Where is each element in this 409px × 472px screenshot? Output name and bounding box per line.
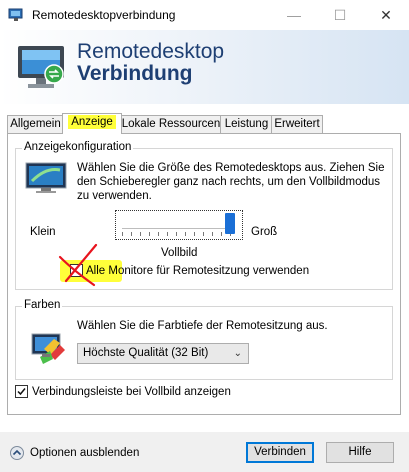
display-monitor-icon — [25, 162, 67, 193]
chevron-down-icon: ⌄ — [233, 348, 242, 359]
connection-bar-checkbox[interactable] — [15, 385, 28, 398]
all-monitors-label-part2: Monitore für Remotesitzung verwenden — [105, 265, 310, 277]
slider-tick — [185, 232, 186, 236]
color-depth-select[interactable]: Höchste Qualität (32 Bit) ⌄ — [77, 343, 249, 364]
colors-group: Farben Wählen Sie die Farbtiefe der Remo… — [15, 299, 393, 380]
display-config-legend: Anzeigekonfiguration — [22, 141, 134, 153]
header-title-line2: Verbindung — [77, 62, 193, 85]
tab-label: Allgemein — [10, 118, 61, 130]
display-size-slider[interactable] — [115, 210, 243, 240]
header-title-line1: Remotedesktop — [77, 40, 225, 63]
minimize-button[interactable]: — — [271, 0, 317, 30]
tab-leistung[interactable]: Leistung — [220, 115, 273, 133]
connection-bar-label[interactable]: Verbindungsleiste bei Vollbild anzeigen — [32, 385, 231, 399]
color-palette-icon — [31, 333, 65, 364]
title-bar: Remotedesktopverbindung — ☐ ✕ — [0, 0, 409, 30]
tab-allgemein[interactable]: Allgemein — [7, 115, 64, 133]
display-description: Wählen Sie die Größe des Remotedesktops … — [77, 162, 385, 202]
checkmark-icon — [17, 388, 26, 396]
collapse-options-icon[interactable] — [10, 446, 24, 460]
tab-label: Erweitert — [274, 118, 320, 130]
slider-track — [122, 228, 230, 229]
dialog-footer: Optionen ausblenden Verbinden Hilfe — [0, 432, 409, 472]
red-cross-mark — [58, 243, 98, 287]
slider-tick — [203, 232, 204, 236]
remote-desktop-app-icon — [8, 8, 23, 21]
help-button[interactable]: Hilfe — [326, 442, 394, 463]
slider-thumb[interactable] — [225, 213, 235, 234]
tab-anzeige[interactable]: Anzeige — [62, 113, 122, 134]
slider-tick — [212, 232, 213, 236]
display-tab-panel: Anzeigekonfiguration Wählen Sie die Größ… — [7, 133, 401, 415]
window-title: Remotedesktopverbindung — [32, 8, 176, 22]
slider-tick — [149, 232, 150, 236]
display-config-group: Anzeigekonfiguration Wählen Sie die Größ… — [15, 141, 393, 290]
slider-tick — [158, 232, 159, 236]
tab-lokale-ressourcen[interactable]: Lokale Ressourcen — [120, 115, 222, 133]
slider-tick — [221, 232, 222, 236]
remote-desktop-monitor-icon — [18, 46, 64, 88]
slider-value-label: Vollbild — [161, 247, 198, 259]
colors-description: Wählen Sie die Farbtiefe der Remotesitzu… — [77, 320, 328, 332]
maximize-button[interactable]: ☐ — [317, 0, 363, 30]
slider-tick — [131, 232, 132, 236]
slider-max-label: Groß — [251, 226, 278, 238]
slider-tick — [194, 232, 195, 236]
tab-label: Anzeige — [68, 115, 116, 129]
colors-legend: Farben — [22, 299, 63, 311]
connect-button[interactable]: Verbinden — [246, 442, 314, 463]
tab-label: Leistung — [224, 118, 269, 130]
options-toggle-label[interactable]: Optionen ausblenden — [30, 446, 139, 460]
slider-min-label: Klein — [30, 226, 56, 238]
tab-label: Lokale Ressourcen — [121, 118, 221, 130]
all-monitors-label[interactable]: Alle Monitore für Remotesitzung verwende… — [86, 264, 309, 278]
color-depth-value: Höchste Qualität (32 Bit) — [83, 347, 209, 359]
slider-tick — [167, 232, 168, 236]
slider-tick — [122, 232, 123, 236]
slider-tick — [140, 232, 141, 236]
close-button[interactable]: ✕ — [363, 0, 409, 30]
tab-erweitert[interactable]: Erweitert — [271, 115, 323, 133]
header-banner: Remotedesktop Verbindung — [0, 30, 409, 104]
slider-tick — [176, 232, 177, 236]
